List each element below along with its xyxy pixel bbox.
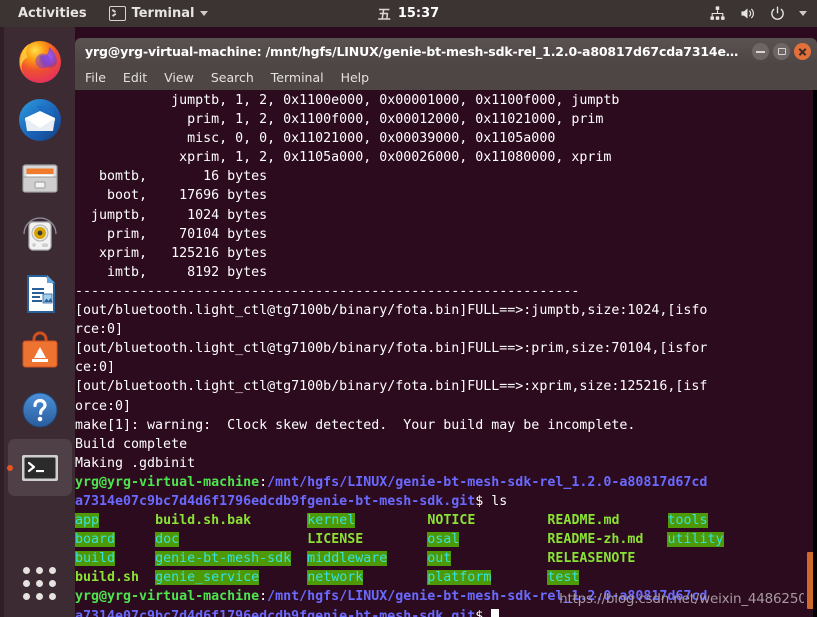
menu-view[interactable]: View — [164, 65, 194, 90]
ubuntu-software-icon — [22, 331, 57, 367]
help-icon — [22, 392, 57, 427]
grid-dot — [48, 593, 56, 600]
title-bar[interactable]: yrg@yrg-virtual-machine: /mnt/hgfs/LINUX… — [75, 38, 817, 65]
power-icon[interactable] — [769, 5, 786, 22]
menu-bar: File Edit View Search Terminal Help — [75, 65, 817, 90]
grid-dot — [22, 593, 30, 600]
watermark: https://blog.csdn.net/weixin_44862509 — [559, 591, 815, 607]
activities-button[interactable]: Activities — [0, 0, 95, 27]
grid-dot — [35, 593, 43, 600]
desktop-screen: Activities Terminal 五 15:37 yrg@yrg-virt… — [0, 0, 817, 617]
dock-item-rhythmbox[interactable] — [8, 207, 72, 264]
maximize-button[interactable] — [773, 43, 790, 60]
chevron-down-icon[interactable] — [799, 11, 807, 16]
clock[interactable]: 五 15:37 — [378, 4, 439, 23]
terminal-window: yrg@yrg-virtual-machine: /mnt/hgfs/LINUX… — [75, 38, 817, 617]
grid-dot — [35, 567, 43, 574]
firefox-icon — [18, 40, 61, 83]
libreoffice-writer-icon — [26, 274, 55, 313]
grid-dot — [48, 580, 56, 587]
system-tray — [709, 5, 807, 22]
dock-item-ubuntu-software[interactable] — [8, 323, 72, 380]
show-applications-button[interactable] — [7, 556, 71, 611]
window-controls — [752, 43, 817, 60]
dock-item-libreoffice-writer[interactable] — [8, 265, 72, 322]
chevron-down-icon — [200, 11, 209, 16]
window-title: yrg@yrg-virtual-machine: /mnt/hgfs/LINUX… — [85, 44, 739, 59]
menu-help[interactable]: Help — [341, 65, 370, 90]
grid-dot — [22, 567, 30, 574]
rhythmbox-icon — [22, 216, 57, 251]
dock-item-files[interactable] — [8, 149, 72, 206]
dock-item-firefox[interactable] — [8, 33, 72, 90]
network-icon[interactable] — [709, 5, 726, 22]
menu-terminal[interactable]: Terminal — [271, 65, 324, 90]
dock-item-thunderbird[interactable] — [8, 91, 72, 148]
grid-dot — [48, 567, 56, 574]
files-icon — [21, 163, 58, 193]
menu-edit[interactable]: Edit — [123, 65, 147, 90]
thunderbird-icon — [18, 98, 61, 141]
volume-icon[interactable] — [739, 5, 756, 22]
clock-weekday: 五 — [377, 8, 391, 23]
grid-dot — [35, 580, 43, 587]
app-menu-label: Terminal — [131, 6, 195, 21]
menu-search[interactable]: Search — [211, 65, 254, 90]
app-menu-terminal[interactable]: Terminal — [103, 6, 215, 21]
menu-file[interactable]: File — [85, 65, 106, 90]
close-button[interactable] — [794, 43, 811, 60]
grid-dot — [22, 580, 30, 587]
top-bar: Activities Terminal 五 15:37 — [0, 0, 817, 27]
window-right-edge — [813, 90, 817, 617]
terminal-icon — [21, 454, 58, 481]
dock — [0, 27, 75, 617]
dock-item-terminal[interactable] — [7, 439, 72, 496]
terminal-view[interactable]: jumptb, 1, 2, 0x1100e000, 0x00001000, 0x… — [75, 90, 817, 617]
terminal-icon — [108, 6, 126, 21]
clock-time: 15:37 — [397, 6, 440, 21]
terminal-output: jumptb, 1, 2, 0x1100e000, 0x00001000, 0x… — [75, 91, 805, 617]
minimize-button[interactable] — [752, 43, 769, 60]
dock-item-help[interactable] — [8, 381, 72, 438]
